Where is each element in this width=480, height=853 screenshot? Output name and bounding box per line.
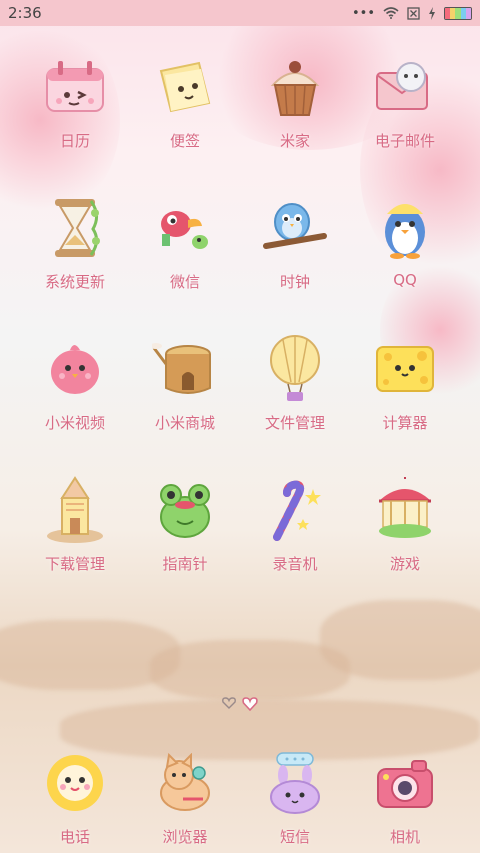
app-label: QQ [393, 271, 417, 289]
bunny-icon [260, 748, 330, 818]
bluebird-icon [260, 193, 330, 263]
app-messages[interactable]: 短信 [240, 748, 350, 847]
app-label: 下载管理 [44, 555, 105, 573]
tree-stump-icon [150, 334, 220, 404]
status-time: 2:36 [8, 4, 42, 22]
cat-icon [150, 748, 220, 818]
charging-icon [429, 6, 435, 20]
app-label: 系统更新 [44, 273, 105, 291]
app-label: 相机 [389, 828, 420, 846]
app-notes[interactable]: 便签 [130, 52, 240, 151]
app-browser[interactable]: 浏览器 [130, 748, 240, 847]
app-label: 便签 [169, 132, 200, 150]
app-label: 文件管理 [264, 414, 325, 432]
cupcake-icon [260, 52, 330, 122]
status-dots: ••• [351, 5, 375, 21]
app-label: 小米商城 [154, 414, 215, 432]
sim-icon [407, 6, 420, 20]
app-wechat[interactable]: 微信 [130, 193, 240, 292]
hourglass-icon [40, 193, 110, 263]
app-label: 计算器 [382, 414, 428, 432]
status-bar: 2:36 ••• [0, 0, 480, 26]
app-mijia[interactable]: 米家 [240, 52, 350, 151]
app-label: 时钟 [279, 273, 310, 291]
app-mi-video[interactable]: 小米视频 [20, 334, 130, 433]
page-indicator [222, 697, 258, 711]
pencil-house-icon [40, 475, 110, 545]
bird-icon [150, 193, 220, 263]
app-label: 游戏 [389, 555, 420, 573]
app-label: 录音机 [272, 555, 318, 573]
app-recorder[interactable]: 录音机 [240, 475, 350, 574]
camera-icon [370, 748, 440, 818]
battery-icon [444, 6, 472, 20]
frog-icon [150, 475, 220, 545]
page-dot-inactive-icon[interactable] [222, 697, 236, 709]
app-calculator[interactable]: 计算器 [350, 334, 460, 433]
app-label: 短信 [279, 828, 310, 846]
app-qq[interactable]: QQ [350, 193, 460, 292]
pink-bird-icon [40, 334, 110, 404]
app-label: 指南针 [162, 555, 208, 573]
app-label: 日历 [59, 132, 90, 150]
app-label: 电话 [59, 828, 90, 846]
app-label: 电子邮件 [374, 132, 435, 150]
app-calendar[interactable]: 日历 [20, 52, 130, 151]
sun-icon [40, 748, 110, 818]
app-label: 米家 [279, 132, 310, 150]
carousel-icon [370, 475, 440, 545]
app-file-manager[interactable]: 文件管理 [240, 334, 350, 433]
notes-icon [150, 52, 220, 122]
cheese-icon [370, 334, 440, 404]
app-grid: 日历 便签 米家 电子邮件 系统更新 微信 时钟 QQ 小米视频 小米商城 文件… [20, 52, 460, 574]
app-phone[interactable]: 电话 [20, 748, 130, 847]
app-label: 小米视频 [44, 414, 105, 432]
candy-cane-icon [260, 475, 330, 545]
app-email[interactable]: 电子邮件 [350, 52, 460, 151]
calendar-icon [40, 52, 110, 122]
app-mi-store[interactable]: 小米商城 [130, 334, 240, 433]
mail-icon [370, 52, 440, 122]
app-clock[interactable]: 时钟 [240, 193, 350, 292]
dock: 电话 浏览器 短信 相机 [20, 748, 460, 847]
app-compass[interactable]: 指南针 [130, 475, 240, 574]
app-camera[interactable]: 相机 [350, 748, 460, 847]
penguin-icon [370, 193, 440, 263]
app-label: 浏览器 [162, 828, 208, 846]
wifi-icon [383, 7, 399, 19]
page-dot-active-icon[interactable] [242, 697, 258, 711]
app-label: 微信 [169, 273, 200, 291]
app-download-manager[interactable]: 下载管理 [20, 475, 130, 574]
app-system-update[interactable]: 系统更新 [20, 193, 130, 292]
app-games[interactable]: 游戏 [350, 475, 460, 574]
balloon-icon [260, 334, 330, 404]
